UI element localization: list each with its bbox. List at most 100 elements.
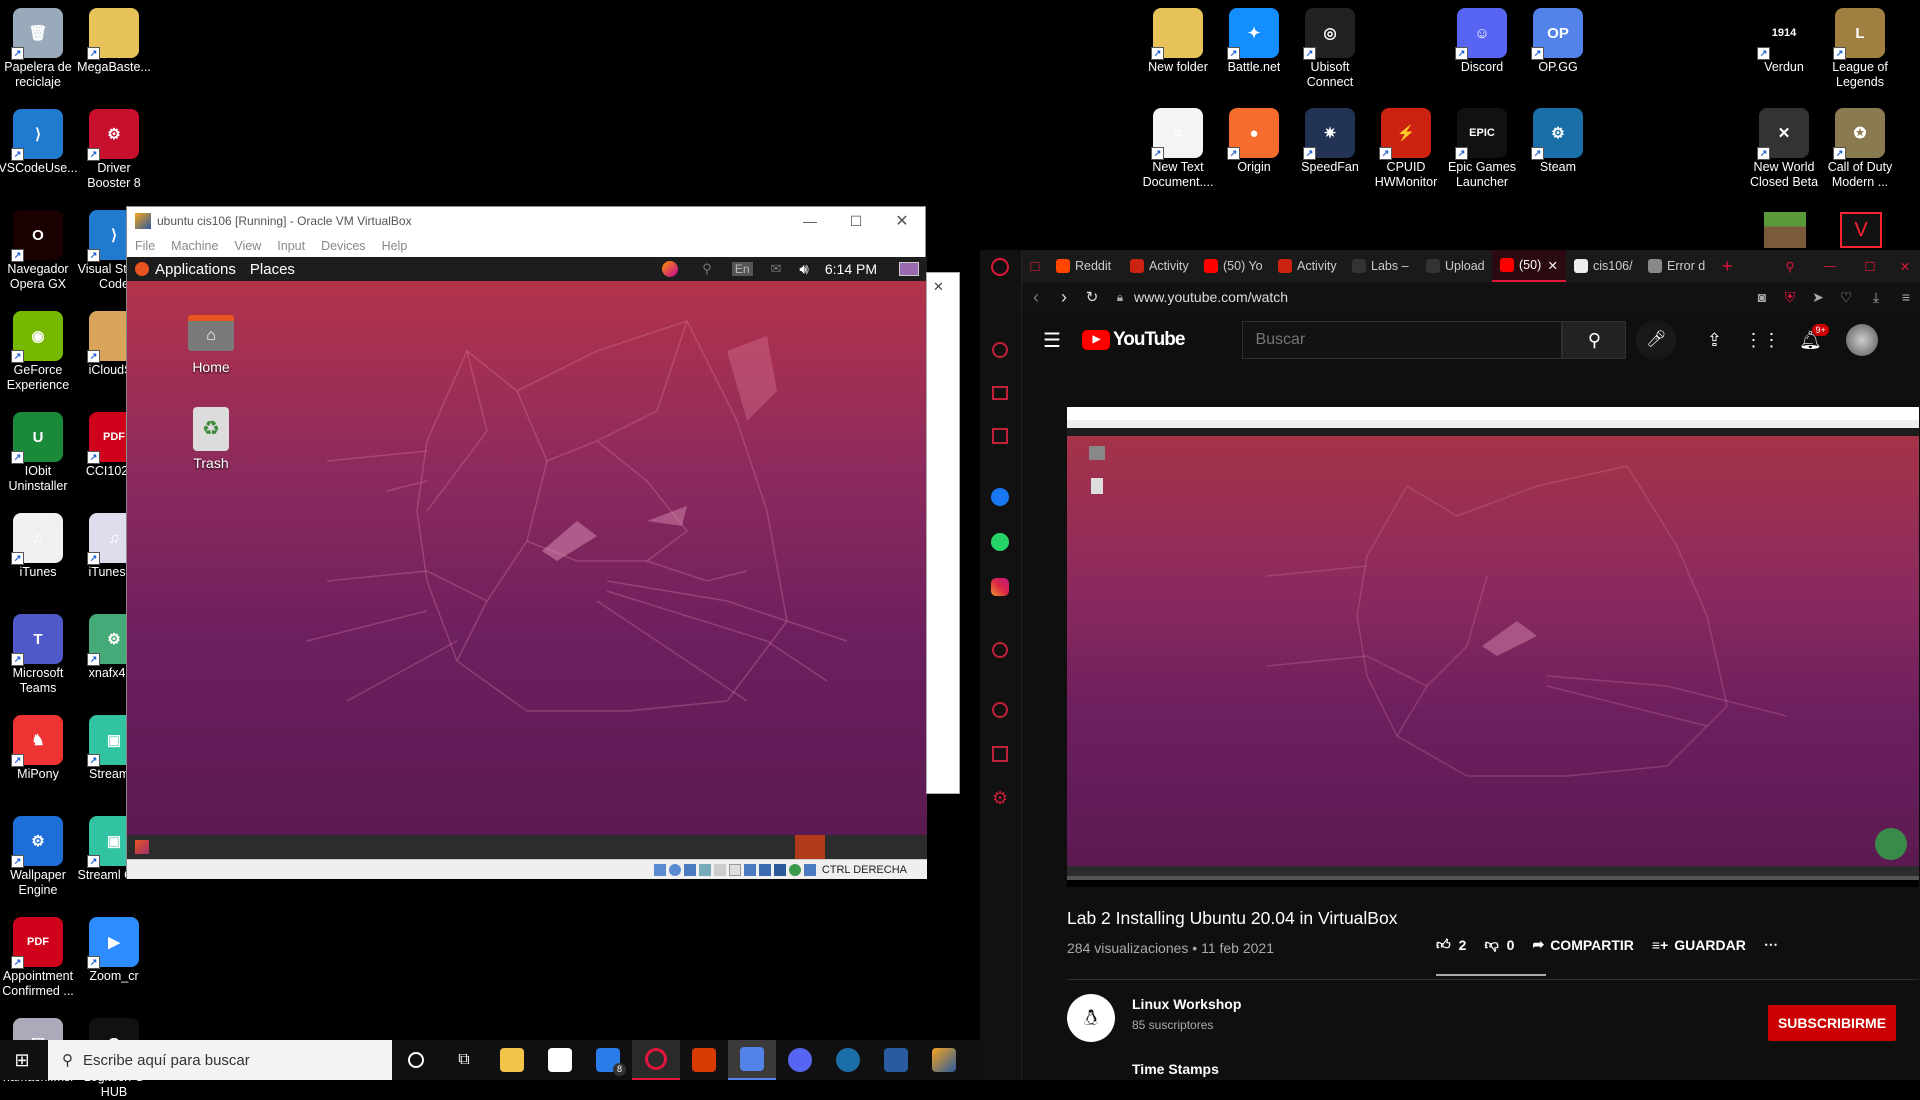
- browser-tab[interactable]: (50) Yo: [1196, 250, 1270, 282]
- optical-drive-icon[interactable]: [668, 863, 681, 876]
- close-button[interactable]: ✕: [879, 211, 925, 231]
- keyboard-layout-indicator[interactable]: En: [731, 262, 753, 276]
- notifications-icon[interactable]: 🔔︎ 9+: [1786, 323, 1834, 351]
- reload-button[interactable]: ↻: [1078, 288, 1106, 306]
- clock[interactable]: 6:14 PM: [825, 261, 877, 277]
- browser-tab[interactable]: Activity: [1122, 250, 1196, 282]
- hamburger-menu-icon[interactable]: ☰: [1022, 328, 1082, 353]
- taskbar-steam[interactable]: [824, 1040, 872, 1080]
- whatsapp-icon[interactable]: [991, 533, 1009, 551]
- desktop-icon[interactable]: ✦ ↗ Battle.net: [1216, 8, 1292, 75]
- browser-close-button[interactable]: ✕: [1890, 259, 1920, 274]
- desktop-icon[interactable]: ♫ ↗ iTunes: [0, 513, 76, 580]
- desktop-icon[interactable]: ✷ ↗ SpeedFan: [1292, 108, 1368, 175]
- desktop-icon[interactable]: ✕ ↗ New World Closed Beta: [1746, 108, 1822, 190]
- trash-icon[interactable]: ♻ Trash: [171, 407, 251, 471]
- tab-search-icon[interactable]: ⚲: [1770, 259, 1810, 274]
- network-adapter-icon[interactable]: [698, 863, 711, 876]
- browser-tab[interactable]: Upload: [1418, 250, 1492, 282]
- vbox-menu-item[interactable]: Machine: [171, 239, 218, 253]
- desktop-icon[interactable]: ⚡ ↗ CPUID HWMonitor: [1368, 108, 1444, 190]
- video-player[interactable]: [1067, 407, 1919, 887]
- places-menu[interactable]: Places: [250, 261, 295, 278]
- browser-tab[interactable]: Reddit: [1048, 250, 1122, 282]
- taskbar-office[interactable]: [680, 1040, 728, 1080]
- vbox-menu-item[interactable]: Devices: [321, 239, 365, 253]
- desktop-icon[interactable]: ◉ ↗ GeForce Experience: [0, 311, 76, 393]
- vbox-menu-item[interactable]: File: [135, 239, 155, 253]
- instagram-icon[interactable]: [991, 578, 1009, 596]
- history-icon[interactable]: [992, 702, 1008, 718]
- minimize-button[interactable]: —: [787, 213, 833, 229]
- taskbar-opera-gx[interactable]: [632, 1040, 680, 1080]
- taskbar-store[interactable]: [536, 1040, 584, 1080]
- video-progress-bar[interactable]: [1067, 876, 1919, 880]
- desktop-icon[interactable]: ⟩ ↗ VSCodeUse...: [0, 109, 78, 176]
- mouse-integration-icon[interactable]: [803, 863, 816, 876]
- background-dialog[interactable]: ✕: [926, 272, 960, 794]
- settings-icon[interactable]: ⚙: [992, 789, 1008, 807]
- maximize-button[interactable]: ☐: [833, 213, 879, 230]
- url-field[interactable]: www.youtube.com/watch: [1134, 289, 1748, 305]
- opera-logo-icon[interactable]: [991, 258, 1009, 276]
- taskbar-opgg[interactable]: [728, 1040, 776, 1080]
- desktop-icon[interactable]: 1914 ↗ Verdun: [1746, 8, 1822, 75]
- desktop-icon[interactable]: PDF ↗ Appointment Confirmed ...: [0, 917, 76, 999]
- cortana-button[interactable]: [392, 1040, 440, 1080]
- taskbar-discord[interactable]: [776, 1040, 824, 1080]
- desktop-icon[interactable]: ◎ ↗ Ubisoft Connect: [1292, 8, 1368, 90]
- network-icon[interactable]: ⚲: [702, 261, 712, 277]
- channel-avatar[interactable]: 🐧︎: [1067, 994, 1115, 1042]
- desktop-icon[interactable]: ⚙ ↗ Steam: [1520, 108, 1596, 175]
- desktop-icon[interactable]: OP ↗ OP.GG: [1520, 8, 1596, 75]
- desktop-icon[interactable]: EPIC ↗ Epic Games Launcher: [1444, 108, 1520, 190]
- audio-icon[interactable]: [683, 863, 696, 876]
- youtube-logo[interactable]: ▶ YouTube: [1082, 329, 1185, 351]
- ubuntu-desktop[interactable]: ⌂ Home ♻ Trash: [127, 281, 927, 835]
- account-avatar[interactable]: [1846, 324, 1879, 356]
- dislike-button[interactable]: 👎︎ 0: [1484, 936, 1514, 953]
- desktop-icon[interactable]: ✪ ↗ Call of Duty Modern ...: [1822, 108, 1898, 190]
- opera-gx-browser[interactable]: ⚙ ☐ Reddit Activity (50) Yo Activity Labs – U…: [980, 250, 1920, 1080]
- desktop-icon[interactable]: ⚙ ↗ Wallpaper Engine: [0, 816, 76, 898]
- virtualbox-window[interactable]: ubuntu cis106 [Running] - Oracle VM Virt…: [126, 206, 927, 879]
- taskbar-vbox-vm[interactable]: [920, 1040, 968, 1080]
- hdd-icon[interactable]: [653, 863, 666, 876]
- browser-tab[interactable]: cis106/: [1566, 250, 1640, 282]
- subscribe-button[interactable]: SUBSCRIBIRME: [1768, 1005, 1896, 1041]
- speed-dial-icon[interactable]: [992, 342, 1008, 358]
- desktop-icon[interactable]: ↗ New folder: [1140, 8, 1216, 75]
- yt-search-button[interactable]: ⚲: [1562, 321, 1627, 359]
- share-button[interactable]: ➦ COMPARTIR: [1532, 936, 1633, 953]
- shared-folders-icon[interactable]: [728, 863, 741, 876]
- channel-watermark[interactable]: [1875, 828, 1907, 860]
- gx-control-icon[interactable]: ☐: [1022, 259, 1048, 274]
- gx-corner-icon[interactable]: [992, 386, 1008, 400]
- desktop-icon[interactable]: L ↗ League of Legends: [1822, 8, 1898, 90]
- yt-search-input[interactable]: [1242, 321, 1563, 359]
- taskbar-search[interactable]: ⚲ Escribe aquí para buscar: [48, 1040, 392, 1080]
- desktop-icon[interactable]: ♞ ↗ MiPony: [0, 715, 76, 782]
- minecraft-icon[interactable]: [1764, 212, 1806, 248]
- desktop-icon[interactable]: ↗ MegaBaste...: [76, 8, 152, 75]
- bookmark-heart-icon[interactable]: ♡: [1832, 289, 1860, 306]
- vbox-menu-item[interactable]: Help: [382, 239, 408, 253]
- like-button[interactable]: 👍︎ 2: [1436, 936, 1466, 953]
- usb-icon[interactable]: [713, 863, 726, 876]
- voice-search-icon[interactable]: 🎤︎: [1636, 320, 1677, 360]
- back-button[interactable]: ‹: [1022, 287, 1050, 308]
- save-button[interactable]: ≡+ GUARDAR: [1652, 937, 1746, 953]
- desktop-icon[interactable]: ≡ ↗ New Text Document....: [1140, 108, 1216, 190]
- workspace-switcher-icon[interactable]: [899, 262, 919, 276]
- browser-maximize-button[interactable]: ☐: [1850, 259, 1890, 274]
- task-view-button[interactable]: ⧉: [440, 1040, 488, 1080]
- upload-icon[interactable]: ⇪: [1690, 330, 1738, 351]
- more-actions-button[interactable]: ⋯: [1764, 936, 1778, 953]
- menu-icon[interactable]: ≡: [1892, 289, 1920, 305]
- extensions-icon[interactable]: [992, 746, 1008, 762]
- vtx-icon[interactable]: [788, 863, 801, 876]
- twitch-icon[interactable]: [992, 428, 1008, 444]
- cpu-icon[interactable]: [773, 863, 786, 876]
- desktop-icon[interactable]: ● ↗ Origin: [1216, 108, 1292, 175]
- applications-menu[interactable]: Applications: [155, 261, 236, 278]
